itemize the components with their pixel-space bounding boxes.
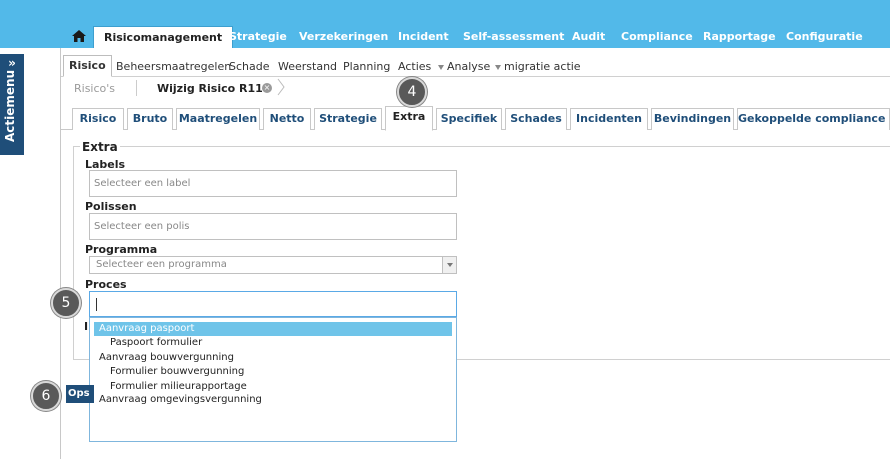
tab-incident[interactable]: Incident <box>398 28 449 48</box>
fieldset-legend: Extra <box>80 140 120 154</box>
step-badge-6: 6 <box>31 381 61 411</box>
tab-gekoppelde-compliance[interactable]: Gekoppelde compliance it... <box>737 108 890 130</box>
tab-bruto[interactable]: Bruto <box>127 108 173 130</box>
proces-input[interactable] <box>89 291 457 317</box>
close-icon[interactable]: × <box>262 83 272 93</box>
tab-incidenten[interactable]: Incidenten <box>570 108 648 130</box>
actiemenu-label: Actiemenu <box>3 69 17 142</box>
subnav-beheersmaatregelen[interactable]: Beheersmaatregelen <box>116 60 231 73</box>
actiemenu-panel[interactable]: » Actiemenu <box>0 54 24 155</box>
subnav-risico[interactable]: Risico <box>63 55 112 77</box>
tab-maatregelen[interactable]: Maatregelen <box>176 108 260 130</box>
tab-verzekeringen[interactable]: Verzekeringen <box>299 28 388 48</box>
breadcrumb-parent[interactable]: Risico's <box>74 82 115 95</box>
tab-strategie-detail[interactable]: Strategie <box>314 108 382 130</box>
expand-chevron-icon[interactable]: » <box>0 56 24 70</box>
tab-compliance[interactable]: Compliance <box>621 28 693 48</box>
polissen-input[interactable]: Selecteer een polis <box>89 213 457 240</box>
dropdown-option[interactable]: Paspoort formulier <box>94 336 452 350</box>
dropdown-option[interactable]: Formulier bouwvergunning <box>94 365 452 379</box>
obscured-label: I <box>84 320 89 333</box>
dropdown-option[interactable]: Aanvraag bouwvergunning <box>94 351 452 365</box>
tab-audit[interactable]: Audit <box>572 28 605 48</box>
breadcrumb-current: Wijzig Risico R11* <box>157 82 269 95</box>
step-badge-4: 4 <box>397 77 427 107</box>
tab-bevindingen[interactable]: Bevindingen <box>651 108 734 130</box>
ops-bar[interactable]: Ops <box>66 385 94 403</box>
programma-select[interactable]: Selecteer een programma <box>89 256 457 274</box>
programma-placeholder: Selecteer een programma <box>96 259 227 270</box>
detail-tabs: Risico Bruto Maatregelen Netto Strategie… <box>61 106 890 131</box>
subnav-planning[interactable]: Planning <box>343 60 390 73</box>
subnav-analyse[interactable]: Analyse <box>438 60 490 73</box>
tab-self-assessment[interactable]: Self-assessment <box>463 28 564 48</box>
tab-rapportage[interactable]: Rapportage <box>703 28 776 48</box>
tab-strategie[interactable]: Strategie <box>229 28 287 48</box>
proces-label: Proces <box>85 278 127 291</box>
polissen-label: Polissen <box>85 200 137 213</box>
top-navigation: Risicomanagement Strategie Verzekeringen… <box>0 0 890 48</box>
chevron-right-icon <box>277 78 285 96</box>
tab-configuratie[interactable]: Configuratie <box>786 28 863 48</box>
home-icon[interactable] <box>72 30 86 42</box>
subnav-acties[interactable]: Acties <box>398 60 431 73</box>
subnav-weerstand[interactable]: Weerstand <box>278 60 337 73</box>
tab-netto[interactable]: Netto <box>263 108 311 130</box>
dropdown-triangle-icon <box>438 64 444 70</box>
subnav-schade[interactable]: Schade <box>229 60 270 73</box>
breadcrumb-separator <box>136 80 137 96</box>
dropdown-option[interactable]: Formulier milieurapportage <box>94 380 452 394</box>
dropdown-triangle-icon <box>495 64 501 70</box>
dropdown-option[interactable]: Aanvraag omgevingsvergunning <box>94 393 452 407</box>
subnav-analyse-label: Analyse <box>447 60 491 73</box>
chevron-down-icon[interactable] <box>442 257 456 273</box>
tab-extra[interactable]: Extra <box>385 106 433 131</box>
tab-risicomanagement[interactable]: Risicomanagement <box>93 26 234 48</box>
text-caret <box>96 298 97 311</box>
programma-label: Programma <box>85 243 158 256</box>
tab-schades[interactable]: Schades <box>505 108 567 130</box>
tab-risico[interactable]: Risico <box>72 108 124 130</box>
proces-dropdown-list[interactable]: Aanvraag paspoort Paspoort formulier Aan… <box>89 317 457 442</box>
subnav-migratie-actie[interactable]: migratie actie <box>495 60 581 73</box>
sub-navigation: Risico Beheersmaatregelen Schade Weersta… <box>61 55 890 77</box>
subnav-migratie-label: migratie actie <box>504 60 581 73</box>
labels-input[interactable]: Selecteer een label <box>89 170 457 197</box>
dropdown-option[interactable]: Aanvraag paspoort <box>94 322 452 336</box>
step-badge-5: 5 <box>51 288 81 318</box>
tab-specifiek[interactable]: Specifiek <box>436 108 502 130</box>
